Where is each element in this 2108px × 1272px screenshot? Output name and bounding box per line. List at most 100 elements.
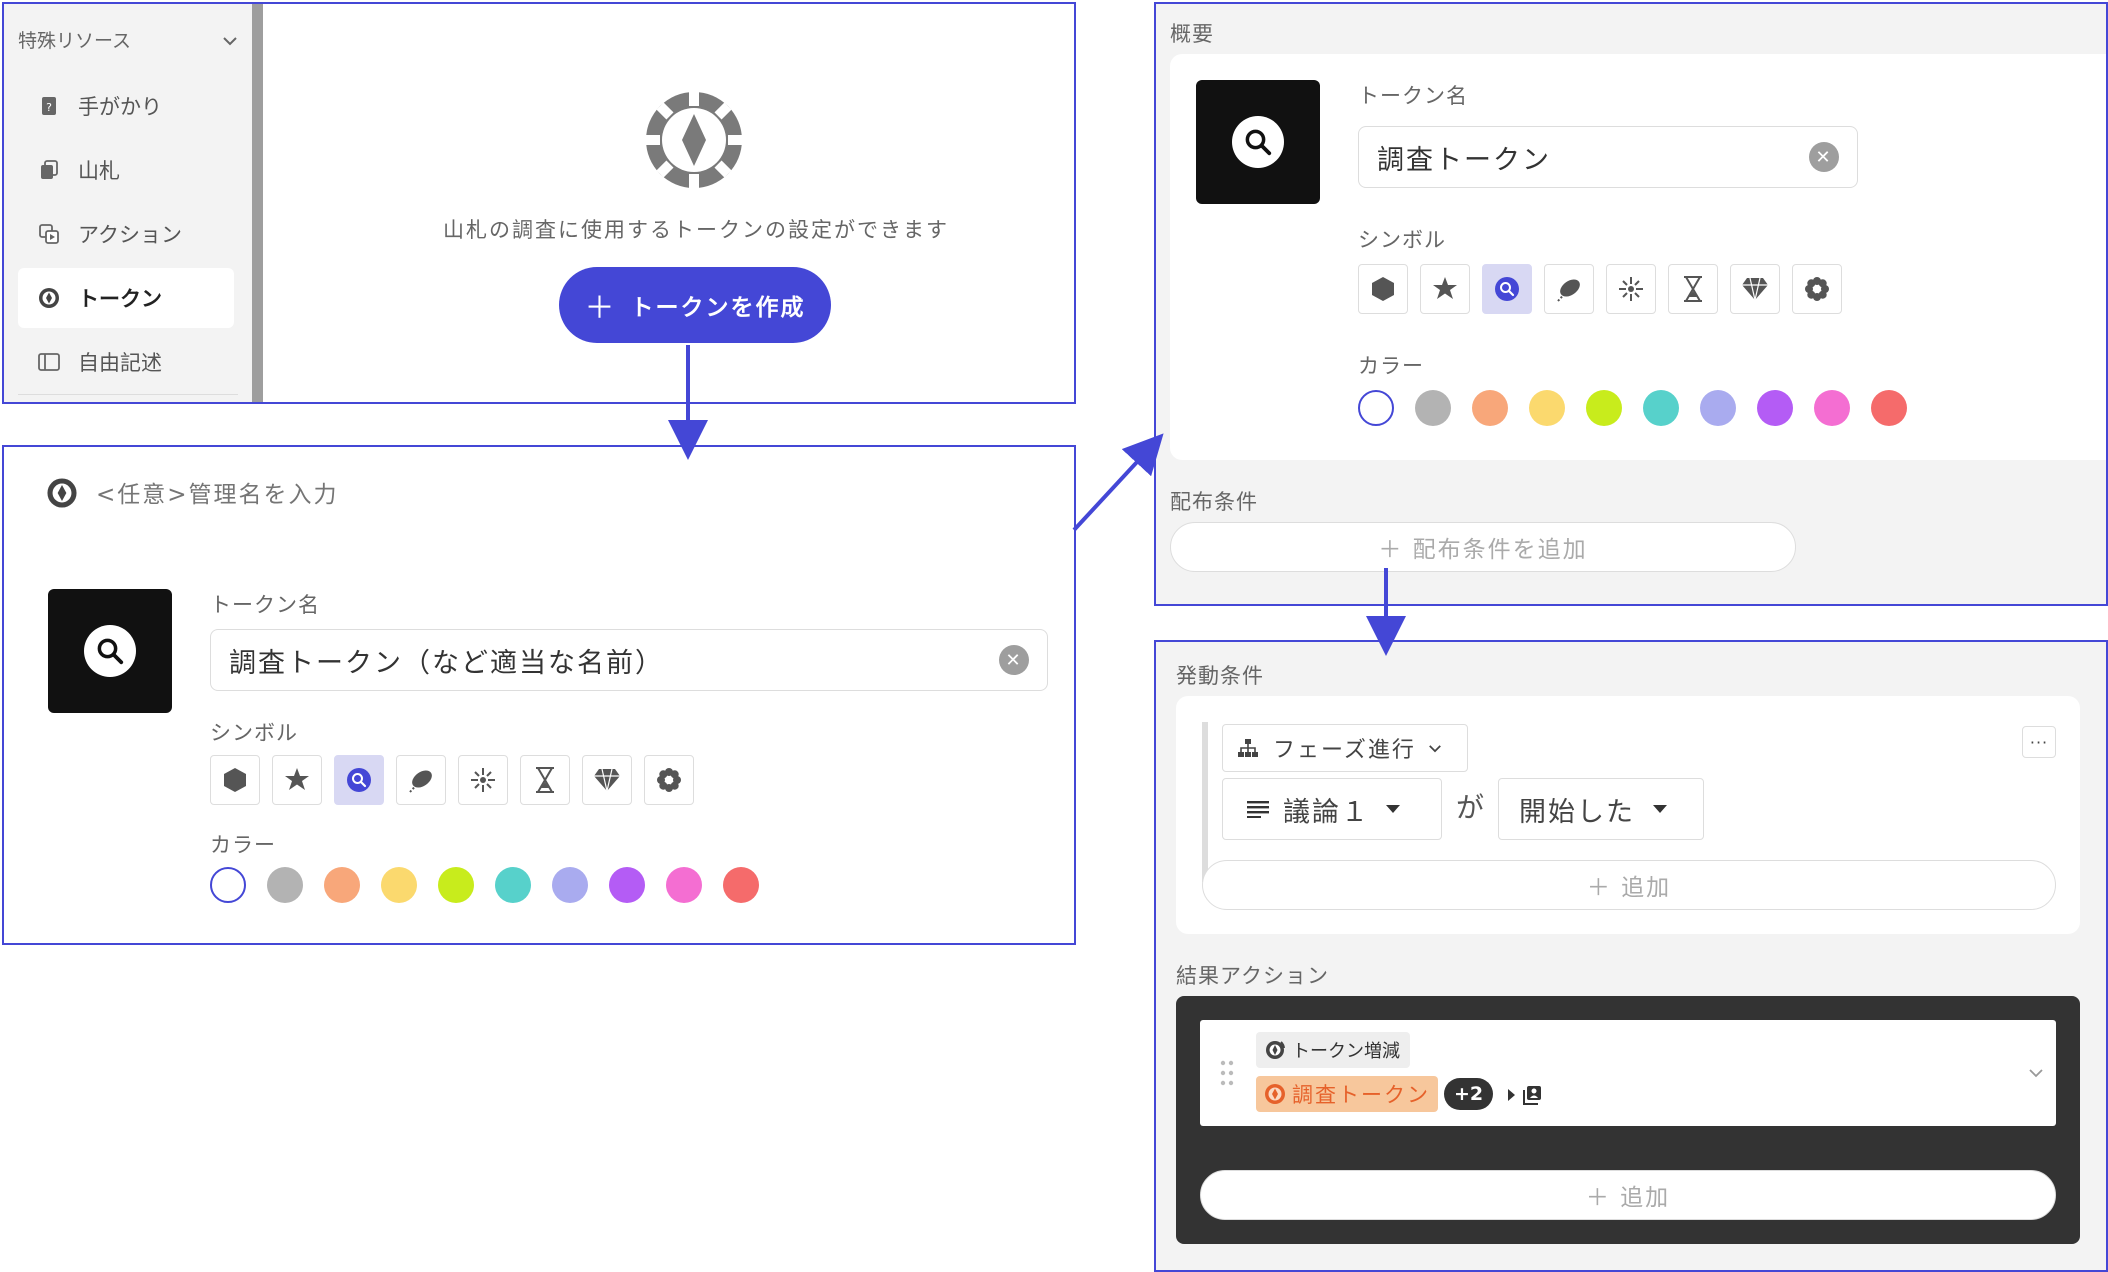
- caret-right-icon: [1508, 1089, 1515, 1101]
- color-swatch[interactable]: [381, 867, 417, 903]
- sidebar-scrollbar[interactable]: [252, 4, 263, 402]
- sidebar-item-clues[interactable]: ? 手がかり: [18, 76, 234, 136]
- color-swatch[interactable]: [1529, 390, 1565, 426]
- drag-handle-icon[interactable]: [1220, 1060, 1234, 1086]
- empty-state-description: 山札の調査に使用するトークンの設定ができます: [443, 218, 949, 242]
- create-token-button[interactable]: ＋ トークンを作成: [559, 267, 831, 343]
- hourglass-icon: [534, 767, 556, 793]
- action-type-chip: トークン増減: [1256, 1032, 1410, 1068]
- token-form-panel: トークン名 調査トークン（など適当な名前） ✕ シンボル カラー: [2, 445, 1076, 945]
- token-icon: [38, 287, 60, 309]
- symbol-label: シンボル: [1358, 228, 1446, 252]
- token-name-field[interactable]: 調査トークン ✕: [1358, 126, 1858, 188]
- symbol-option-diamond[interactable]: [1730, 264, 1780, 314]
- symbol-option-feather[interactable]: [396, 755, 446, 805]
- overview-panel: 概要 トークン名 調査トークン ✕ シンボル カラー 配布条件 ＋ 配布条件を追…: [1154, 2, 2108, 606]
- clear-icon[interactable]: ✕: [999, 645, 1029, 675]
- symbol-picker: [210, 755, 694, 805]
- magnifier-icon: [84, 625, 136, 677]
- symbol-option-gear-flower[interactable]: [644, 755, 694, 805]
- color-swatch[interactable]: [1643, 390, 1679, 426]
- color-swatch[interactable]: [552, 867, 588, 903]
- color-swatch[interactable]: [1814, 390, 1850, 426]
- add-trigger-button[interactable]: ＋ 追加: [1202, 860, 2056, 910]
- color-swatch[interactable]: [666, 867, 702, 903]
- token-chip[interactable]: 調査トークン: [1256, 1076, 1438, 1112]
- color-swatch[interactable]: [267, 867, 303, 903]
- symbol-option-magnifier[interactable]: [334, 755, 384, 805]
- hexagon-icon: [1370, 276, 1396, 302]
- sidebar-item-deck[interactable]: 山札: [18, 140, 234, 200]
- trigger-result-panel: 発動条件 フェーズ進行 ··· 議論１ が 開始した ＋ 追加 結果アクション: [1154, 640, 2108, 1272]
- symbol-option-sparkle[interactable]: [458, 755, 508, 805]
- color-swatch[interactable]: [210, 867, 246, 903]
- color-swatch[interactable]: [1871, 390, 1907, 426]
- add-result-button[interactable]: ＋ 追加: [1200, 1170, 2056, 1220]
- color-swatch[interactable]: [324, 867, 360, 903]
- phase-chip[interactable]: フェーズ進行: [1222, 724, 1468, 772]
- state-select[interactable]: 開始した: [1498, 778, 1704, 840]
- symbol-option-magnifier[interactable]: [1482, 264, 1532, 314]
- sidebar-item-label: トークン: [78, 287, 162, 311]
- sidebar-item-action[interactable]: アクション: [18, 204, 234, 264]
- magnifier-icon: [1232, 116, 1284, 168]
- color-swatch[interactable]: [1358, 390, 1394, 426]
- color-picker: [210, 867, 759, 903]
- add-distribution-button[interactable]: ＋ 配布条件を追加: [1170, 522, 1796, 572]
- sidebar-item-label: 自由記述: [78, 351, 162, 375]
- color-swatch[interactable]: [723, 867, 759, 903]
- token-large-icon: [644, 90, 744, 190]
- player-card-icon: [1522, 1085, 1542, 1105]
- color-swatch[interactable]: [1586, 390, 1622, 426]
- admin-name-row: [46, 477, 596, 513]
- sidebar-divider: [18, 394, 238, 395]
- token-preview[interactable]: [48, 589, 172, 713]
- hourglass-icon: [1682, 276, 1704, 302]
- chevron-down-icon[interactable]: [2028, 1068, 2044, 1078]
- symbol-option-star[interactable]: [1420, 264, 1470, 314]
- symbol-option-hourglass[interactable]: [1668, 264, 1718, 314]
- sidebar-item-free-text[interactable]: 自由記述: [18, 332, 234, 392]
- color-swatch[interactable]: [1472, 390, 1508, 426]
- magnifier-icon: [1494, 276, 1520, 302]
- feather-icon: [407, 766, 435, 794]
- symbol-option-star[interactable]: [272, 755, 322, 805]
- admin-name-input[interactable]: [96, 482, 596, 508]
- sidebar-item-label: 手がかり: [78, 95, 162, 119]
- symbol-picker: [1358, 264, 1842, 314]
- list-icon: [1247, 800, 1269, 818]
- more-options-button[interactable]: ···: [2022, 726, 2056, 758]
- symbol-option-hourglass[interactable]: [520, 755, 570, 805]
- color-swatch[interactable]: [1415, 390, 1451, 426]
- sidebar-section-header[interactable]: 特殊リソース: [18, 26, 238, 53]
- chevron-down-icon: [1428, 744, 1442, 753]
- symbol-label: シンボル: [210, 721, 298, 745]
- sidebar-item-token[interactable]: トークン: [18, 268, 234, 328]
- symbol-option-diamond[interactable]: [582, 755, 632, 805]
- diamond-icon: [1741, 277, 1769, 301]
- amount-badge[interactable]: +2: [1444, 1078, 1494, 1110]
- sidebar-section-title: 特殊リソース: [18, 30, 132, 52]
- token-preview[interactable]: [1196, 80, 1320, 204]
- discussion-select[interactable]: 議論１: [1222, 778, 1442, 840]
- token-resource-panel: 特殊リソース ? 手がかり 山札 アクション トークン 自由記述 山札の調査に使…: [2, 2, 1076, 404]
- overview-title: 概要: [1170, 22, 1214, 46]
- trigger-title: 発動条件: [1176, 664, 1264, 688]
- star-icon: [284, 767, 310, 793]
- color-swatch[interactable]: [1757, 390, 1793, 426]
- color-swatch[interactable]: [495, 867, 531, 903]
- color-swatch[interactable]: [438, 867, 474, 903]
- color-swatch[interactable]: [609, 867, 645, 903]
- clear-icon[interactable]: ✕: [1809, 142, 1839, 172]
- symbol-option-sparkle[interactable]: [1606, 264, 1656, 314]
- symbol-option-gear-flower[interactable]: [1792, 264, 1842, 314]
- symbol-option-feather[interactable]: [1544, 264, 1594, 314]
- symbol-option-hexagon[interactable]: [1358, 264, 1408, 314]
- result-action-row[interactable]: トークン増減 調査トークン +2: [1200, 1020, 2056, 1126]
- symbol-option-hexagon[interactable]: [210, 755, 260, 805]
- color-swatch[interactable]: [1700, 390, 1736, 426]
- token-name-field[interactable]: 調査トークン（など適当な名前） ✕: [210, 629, 1048, 691]
- token-change-icon: [1264, 1039, 1286, 1061]
- gear-flower-icon: [1804, 276, 1830, 302]
- color-picker: [1358, 390, 1907, 426]
